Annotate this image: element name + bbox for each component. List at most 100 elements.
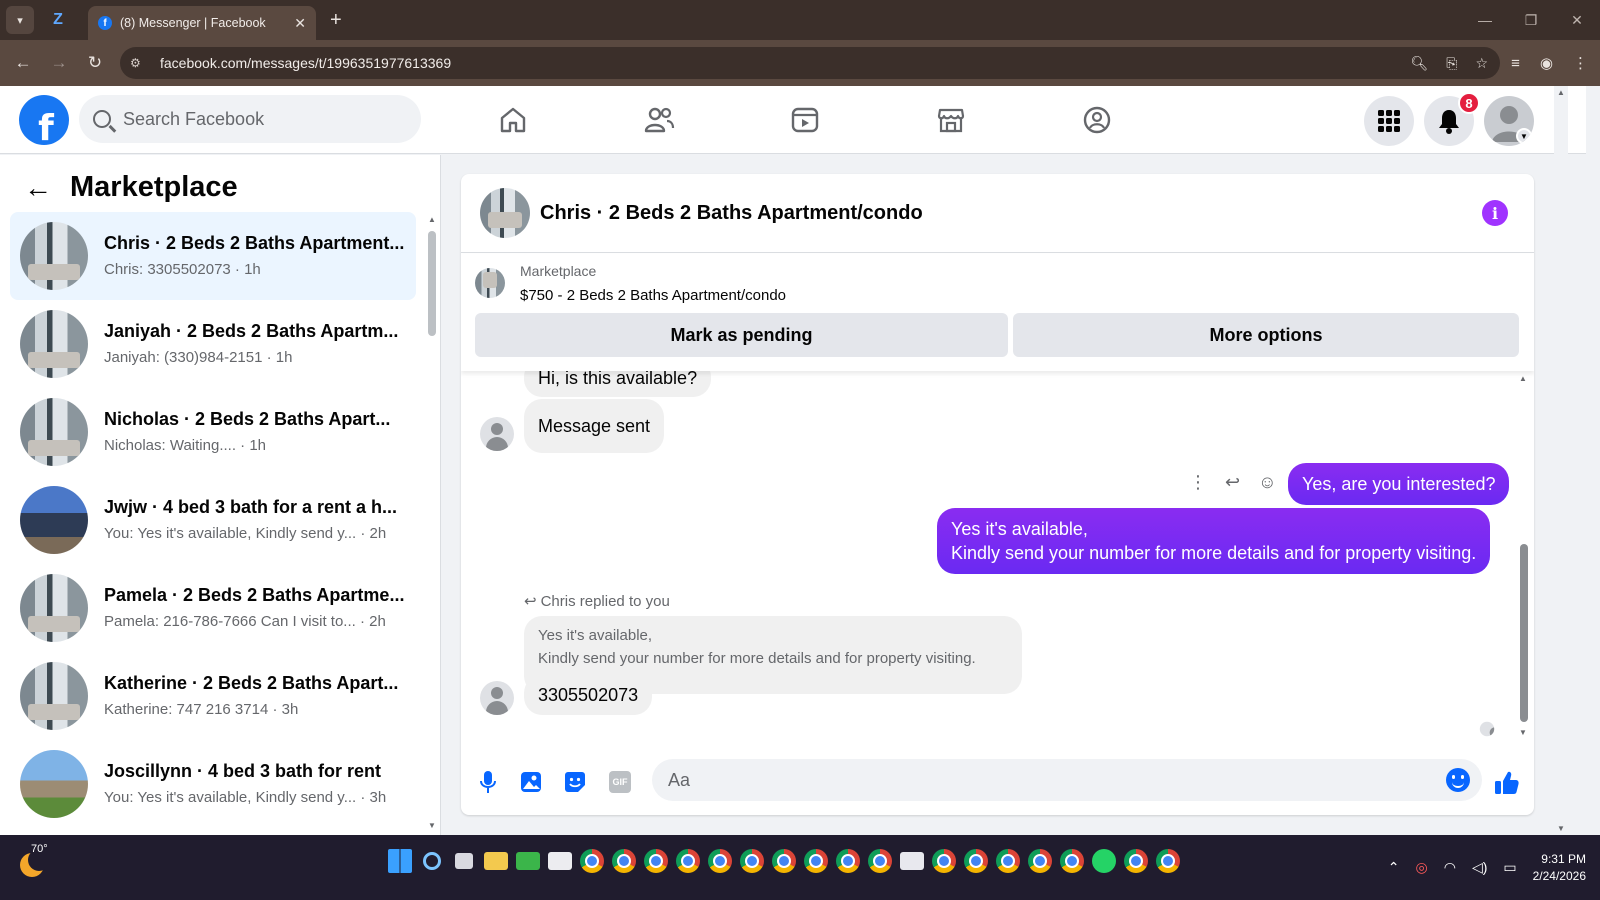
task-view-icon[interactable] [455, 853, 473, 869]
incoming-message[interactable]: Hi, is this available? [524, 371, 712, 397]
more-options-button[interactable]: More options [1013, 313, 1519, 357]
bookmark-star-icon[interactable]: ☆ [1475, 55, 1488, 72]
listing-thumbnail[interactable] [475, 268, 505, 298]
app-icon[interactable] [900, 852, 924, 870]
scroll-up-arrow-icon[interactable]: ▲ [428, 215, 436, 224]
app-tray-icon[interactable]: ◎ [1416, 859, 1428, 876]
reply-icon[interactable]: ↩ [1225, 472, 1240, 493]
friends-icon[interactable] [586, 86, 732, 154]
zoom-icon[interactable]: 🔍︎ [1410, 55, 1428, 72]
chat-avatar[interactable] [480, 188, 530, 238]
chrome-icon[interactable] [740, 849, 764, 873]
back-button[interactable]: ← [6, 46, 40, 80]
site-info-icon[interactable]: ⚙ [130, 56, 148, 70]
address-bar[interactable]: ⚙ facebook.com/messages/t/19963519776133… [120, 47, 1500, 79]
clock[interactable]: 9:31 PM 2/24/2026 [1533, 851, 1586, 885]
close-window-button[interactable]: ✕ [1554, 0, 1600, 40]
new-tab-button[interactable]: + [330, 9, 342, 32]
tab-search-button[interactable]: ▾ [6, 6, 34, 34]
start-menu-icon[interactable] [388, 849, 412, 873]
chrome-icon[interactable] [932, 849, 956, 873]
account-avatar[interactable]: ▼ [1484, 96, 1534, 146]
sender-avatar[interactable] [480, 417, 514, 451]
gif-icon[interactable]: GIF [609, 771, 631, 793]
chrome-icon[interactable] [1156, 849, 1180, 873]
chrome-icon[interactable] [1060, 849, 1084, 873]
gaming-icon[interactable] [1024, 86, 1170, 154]
notifications-button[interactable]: 8 [1424, 92, 1480, 146]
incoming-message[interactable]: 3305502073 [524, 675, 653, 715]
browser-tab[interactable]: f (8) Messenger | Facebook ✕ [88, 6, 316, 40]
reload-button[interactable]: ↻ [78, 46, 112, 80]
thumbs-up-icon[interactable] [1493, 769, 1521, 797]
sender-avatar[interactable] [480, 681, 514, 715]
forward-button[interactable]: → [42, 46, 76, 80]
sticker-icon[interactable] [564, 771, 586, 793]
chat-scrollbar[interactable] [1520, 544, 1528, 722]
chrome-icon[interactable] [580, 849, 604, 873]
battery-icon[interactable]: ▭ [1503, 859, 1516, 876]
conversation-item[interactable]: Katherine · 2 Beds 2 Baths Apart... Kath… [10, 652, 416, 740]
conversation-item[interactable]: Pamela · 2 Beds 2 Baths Apartme... Pamel… [10, 564, 416, 652]
chrome-icon[interactable] [836, 849, 860, 873]
more-actions-icon[interactable]: ⋮ [1189, 472, 1207, 493]
react-emoji-icon[interactable]: ☺ [1258, 472, 1276, 493]
wifi-icon[interactable]: ◠ [1444, 859, 1456, 876]
weather-widget[interactable]: 70° [20, 843, 60, 883]
app-icon[interactable] [516, 852, 540, 870]
restore-button[interactable]: ❐ [1508, 0, 1554, 40]
chrome-icon[interactable] [996, 849, 1020, 873]
media-control-icon[interactable]: ≡ [1511, 55, 1520, 72]
info-icon[interactable]: i [1482, 200, 1508, 226]
search-input[interactable]: Search Facebook [79, 95, 421, 143]
extension-icon[interactable]: Z [48, 10, 68, 30]
microphone-icon[interactable] [477, 771, 499, 793]
chrome-icon[interactable] [676, 849, 700, 873]
install-app-icon[interactable]: ⎘ [1446, 55, 1457, 72]
conversation-item[interactable]: Chris · 2 Beds 2 Baths Apartment... Chri… [10, 212, 416, 300]
scroll-up-arrow-icon[interactable]: ▲ [1519, 374, 1527, 383]
conversation-item[interactable]: Nicholas · 2 Beds 2 Baths Apart... Nicho… [10, 388, 416, 476]
chrome-icon[interactable] [1028, 849, 1052, 873]
conversation-item[interactable]: Joscillynn · 4 bed 3 bath for rent You: … [10, 740, 416, 828]
page-scrollbar[interactable]: ▲ ▼ [1554, 86, 1568, 835]
sidebar-scrollbar[interactable] [428, 231, 436, 336]
mark-as-pending-button[interactable]: Mark as pending [475, 313, 1008, 357]
marketplace-icon[interactable] [878, 86, 1024, 154]
file-explorer-icon[interactable] [484, 852, 508, 870]
menu-grid-button[interactable] [1364, 96, 1414, 146]
scroll-down-arrow-icon[interactable]: ▼ [428, 821, 436, 830]
chrome-icon[interactable] [708, 849, 732, 873]
chrome-icon[interactable] [868, 849, 892, 873]
scroll-down-arrow-icon[interactable]: ▼ [1519, 728, 1527, 737]
chrome-icon[interactable] [1124, 849, 1148, 873]
browser-menu-icon[interactable]: ⋮ [1573, 54, 1588, 72]
volume-icon[interactable]: ◁) [1472, 859, 1487, 876]
chrome-icon[interactable] [804, 849, 828, 873]
message-input[interactable]: Aa [652, 759, 1482, 801]
close-tab-icon[interactable]: ✕ [294, 15, 306, 32]
chevron-up-icon[interactable]: ⌃ [1388, 859, 1400, 876]
conversation-item[interactable]: Jwjw · 4 bed 3 bath for a rent a h... Yo… [10, 476, 416, 564]
scroll-down-arrow-icon[interactable]: ▼ [1557, 824, 1565, 833]
facebook-logo[interactable]: f [19, 95, 69, 145]
chrome-icon[interactable] [612, 849, 636, 873]
home-icon[interactable] [440, 86, 586, 154]
incoming-message[interactable]: Message sent [524, 399, 665, 453]
outgoing-message[interactable]: Yes it's available, Kindly send your num… [937, 508, 1491, 574]
chrome-icon[interactable] [772, 849, 796, 873]
minimize-button[interactable]: — [1462, 0, 1508, 40]
profile-icon[interactable]: ◉ [1540, 54, 1553, 72]
video-icon[interactable] [732, 86, 878, 154]
scroll-up-arrow-icon[interactable]: ▲ [1557, 88, 1565, 97]
conversation-item[interactable]: Janiyah · 2 Beds 2 Baths Apartm... Janiy… [10, 300, 416, 388]
chrome-icon[interactable] [964, 849, 988, 873]
outgoing-message[interactable]: Yes, are you interested? [1288, 463, 1510, 505]
back-arrow-icon[interactable]: ← [24, 172, 52, 204]
listing-title[interactable]: $750 - 2 Beds 2 Baths Apartment/condo [520, 287, 786, 304]
search-icon[interactable] [423, 852, 441, 870]
whatsapp-icon[interactable] [1092, 849, 1116, 873]
photo-icon[interactable] [520, 771, 542, 793]
chrome-icon[interactable] [644, 849, 668, 873]
emoji-icon[interactable] [1446, 768, 1470, 792]
